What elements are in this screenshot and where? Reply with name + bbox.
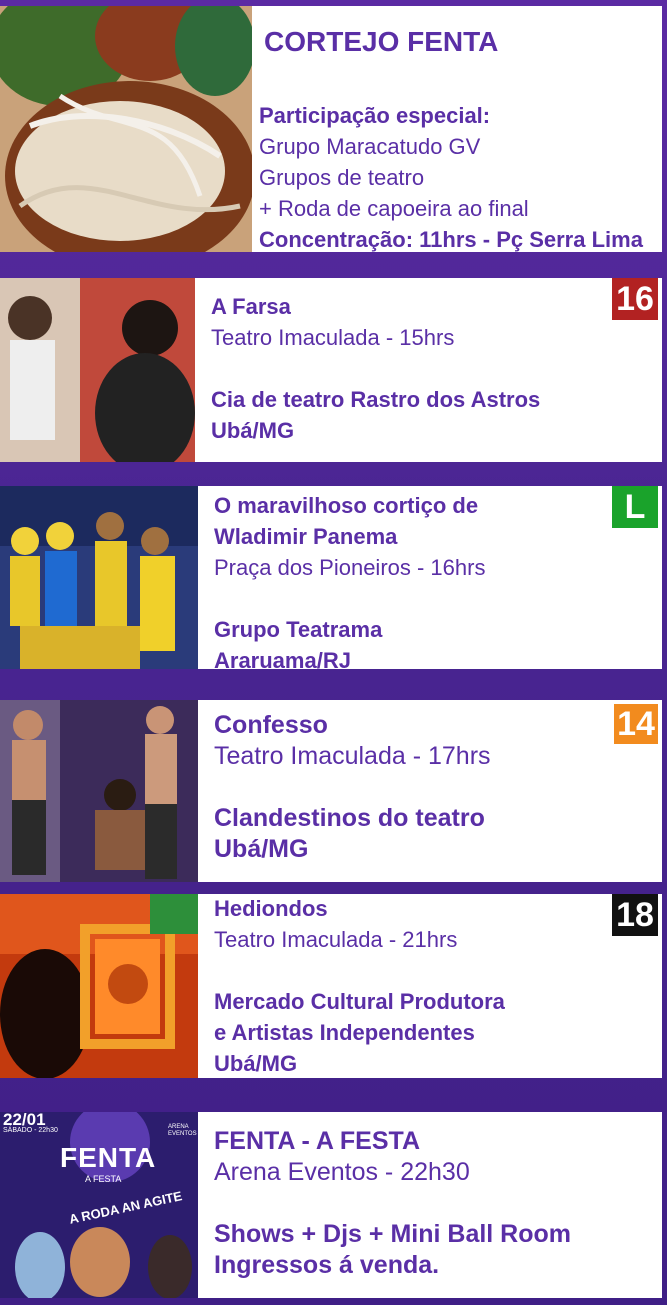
poster-day: SÁBADO - 22h30	[3, 1127, 58, 1134]
poster-brand: FENTA	[60, 1142, 157, 1173]
age-rating-badge: 14	[614, 704, 658, 744]
event-photo	[0, 700, 198, 882]
event-photo	[0, 894, 198, 1078]
event-city: Araruama/RJ	[214, 648, 351, 669]
event-info: Confesso Teatro Imaculada - 17hrs Clande…	[198, 700, 662, 882]
event-detail: Shows + Djs + Mini Ball Room	[214, 1220, 572, 1248]
poster-arena: ARENA EVENTOS	[168, 1124, 197, 1137]
event-city: Ubá/MG	[211, 418, 295, 443]
event-line: Grupos de teatro	[259, 165, 425, 190]
event-title: O maravilhoso cortiço de	[214, 493, 479, 518]
event-card-cortejo: CORTEJO FENTA Participação especial: Gru…	[0, 6, 662, 252]
event-info: Hediondos Teatro Imaculada - 21hrs Merca…	[198, 894, 662, 1078]
event-group: Mercado Cultural Produtora	[214, 989, 505, 1014]
event-title: CORTEJO FENTA	[264, 26, 499, 57]
poster-sub: A FESTA	[85, 1174, 122, 1184]
event-venue: Teatro Imaculada - 15hrs	[211, 325, 455, 350]
age-rating-badge: L	[612, 486, 658, 528]
event-card-fenta-festa: 22/01 SÁBADO - 22h30 ARENA EVENTOS FENTA…	[0, 1112, 662, 1298]
event-group: Clandestinos do teatro	[214, 804, 485, 832]
event-line: Participação especial:	[259, 103, 491, 128]
event-card-a-farsa: A Farsa Teatro Imaculada - 15hrs Cia de …	[0, 278, 662, 462]
event-detail: Ingressos á venda.	[214, 1251, 440, 1279]
event-photo	[0, 486, 198, 669]
event-group: Grupo Teatrama	[214, 617, 383, 642]
event-line: Concentração: 11hrs - Pç Serra Lima	[259, 227, 643, 252]
event-venue: Teatro Imaculada - 17hrs	[214, 742, 491, 770]
event-venue: Arena Eventos - 22h30	[214, 1158, 470, 1186]
event-poster: 22/01 SÁBADO - 22h30 ARENA EVENTOS FENTA…	[0, 1112, 198, 1298]
event-info: A Farsa Teatro Imaculada - 15hrs Cia de …	[195, 278, 662, 462]
age-rating-badge: 18	[612, 894, 658, 936]
event-title: A Farsa	[211, 294, 291, 319]
event-group: Cia de teatro Rastro dos Astros	[211, 387, 541, 412]
event-title: FENTA - A FESTA	[214, 1127, 420, 1155]
event-photo-drums	[0, 6, 252, 252]
event-photo	[0, 278, 195, 462]
event-venue: Teatro Imaculada - 21hrs	[214, 927, 458, 952]
event-info: FENTA - A FESTA Arena Eventos - 22h30 Sh…	[198, 1112, 662, 1298]
event-venue: Praça dos Pioneiros - 16hrs	[214, 555, 486, 580]
event-info: O maravilhoso cortiço de Wladimir Panema…	[198, 486, 662, 669]
age-rating-badge: 16	[612, 278, 658, 320]
event-card-hediondos: Hediondos Teatro Imaculada - 21hrs Merca…	[0, 894, 662, 1078]
event-title: Wladimir Panema	[214, 524, 398, 549]
event-city: Ubá/MG	[214, 1051, 298, 1076]
event-group: e Artistas Independentes	[214, 1020, 475, 1045]
event-line: + Roda de capoeira ao final	[259, 196, 529, 221]
event-card-confesso: Confesso Teatro Imaculada - 17hrs Clande…	[0, 700, 662, 882]
event-title: Hediondos	[214, 896, 328, 921]
event-card-cortico: O maravilhoso cortiço de Wladimir Panema…	[0, 486, 662, 669]
event-city: Ubá/MG	[214, 835, 309, 863]
event-title: Confesso	[214, 711, 328, 739]
event-line: Grupo Maracatudo GV	[259, 134, 481, 159]
event-info: CORTEJO FENTA Participação especial: Gru…	[252, 6, 662, 252]
